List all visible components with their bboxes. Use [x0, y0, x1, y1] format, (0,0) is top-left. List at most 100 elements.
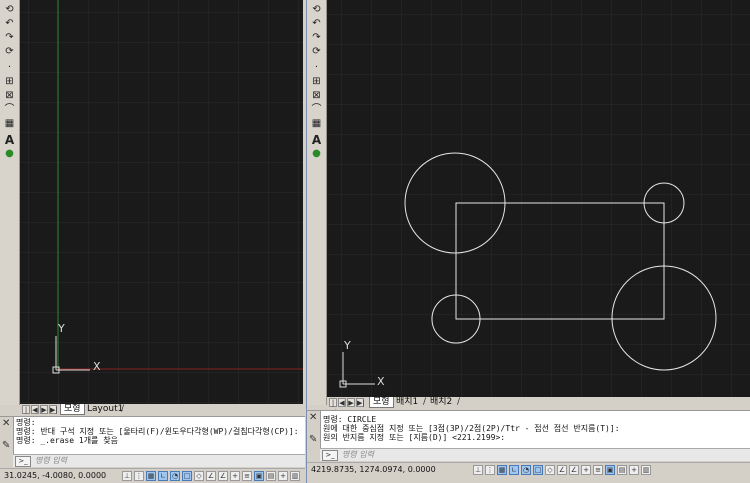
transparency-icon[interactable]: ▣	[605, 465, 615, 475]
tab-prev-button[interactable]: ◀	[31, 405, 39, 414]
orbit-icon[interactable]: ⟲	[2, 4, 17, 16]
ortho-icon[interactable]: ∟	[509, 465, 519, 475]
scale-icon[interactable]: ⊞	[2, 76, 17, 88]
grid-icon[interactable]: ▦	[146, 471, 156, 481]
tab-model[interactable]: 모형	[369, 397, 394, 408]
close-icon[interactable]: ✕	[309, 413, 317, 423]
tab-layout1[interactable]: Layout1	[84, 404, 126, 415]
left-drawing-canvas[interactable]: Y X	[20, 0, 303, 404]
infer-icon[interactable]: ⊥	[473, 465, 483, 475]
rotate-icon[interactable]: ⟳	[309, 46, 324, 58]
point-icon[interactable]: ·	[309, 62, 324, 74]
tab-first-button[interactable]: |◀	[22, 405, 30, 423]
am-icon[interactable]: ▥	[290, 471, 300, 481]
wrench-icon[interactable]: ✎	[2, 441, 10, 451]
tab-separator: /	[121, 404, 125, 414]
chamfer-icon[interactable]: ⌒	[309, 104, 324, 116]
table-icon[interactable]: ▦	[309, 118, 324, 130]
text-icon[interactable]: A	[309, 134, 324, 146]
3dosnap-icon[interactable]: ◇	[545, 465, 555, 475]
otrack-icon[interactable]: ∠	[557, 465, 567, 475]
rotate-icon[interactable]: ⟳	[2, 46, 17, 58]
snap-icon[interactable]: ⋮	[134, 471, 144, 481]
right-layout-tabbar: |◀ ◀ ▶ ▶| 모형 배치1 / 배치2 /	[327, 397, 750, 416]
lineweight-icon[interactable]: ≡	[593, 465, 603, 475]
infer-icon[interactable]: ⊥	[122, 471, 132, 481]
chamfer-icon[interactable]: ⌒	[2, 104, 17, 116]
point-icon[interactable]: ·	[2, 62, 17, 74]
scale-icon[interactable]: ⊞	[309, 76, 324, 88]
tab-next-button[interactable]: ▶	[347, 398, 355, 407]
command-grip[interactable]: ✕ ✎	[307, 411, 321, 449]
undo-arc-icon[interactable]: ↶	[309, 18, 324, 30]
attribute-icon[interactable]: ●	[309, 148, 324, 160]
dyn-icon[interactable]: +	[581, 465, 591, 475]
left-layout-tabbar: |◀ ◀ ▶ ▶| 모형 Layout1 /	[20, 404, 305, 423]
close-icon[interactable]: ✕	[2, 419, 10, 429]
tab-separator: /	[423, 397, 427, 407]
tab-model[interactable]: 모형	[60, 404, 85, 415]
qp-icon[interactable]: ▤	[617, 465, 627, 475]
ucs-x-label: X	[377, 375, 385, 388]
sc-icon[interactable]: +	[278, 471, 288, 481]
tab-layout2[interactable]: 배치2	[427, 397, 455, 408]
undo-arc-icon[interactable]: ↶	[2, 18, 17, 30]
command-history-line: 명령: 반대 구석 지정 또는 [울타리(F)/윈도우다각형(WP)/걸침다각형…	[16, 427, 299, 436]
text-icon[interactable]: A	[2, 134, 17, 146]
transparency-icon[interactable]: ▣	[254, 471, 264, 481]
right-command-window: ✕ ✎ 명령: CIRCLE 원에 대한 중심점 지정 또는 [3점(3P)/2…	[307, 410, 750, 449]
tab-first-button[interactable]: |◀	[329, 398, 337, 416]
dyn-icon[interactable]: +	[230, 471, 240, 481]
ucs-x-label: X	[93, 360, 101, 373]
qp-icon[interactable]: ▤	[266, 471, 276, 481]
right-model-viewport[interactable]: Y X	[327, 0, 750, 397]
tab-next-button[interactable]: ▶	[40, 405, 48, 414]
ucs-y-label: Y	[343, 339, 351, 352]
table-icon[interactable]: ▦	[2, 118, 17, 130]
ortho-icon[interactable]: ∟	[158, 471, 168, 481]
command-history-line: 명령:	[16, 418, 36, 427]
3dosnap-icon[interactable]: ◇	[194, 471, 204, 481]
sc-icon[interactable]: +	[629, 465, 639, 475]
right-command-input[interactable]: >_ 명령 입력	[320, 448, 750, 461]
left-drawing-window: ⟲ ↶ ↷ ⟳ · ⊞ ⊠ ⌒ ▦ A ● Y X | ◀ ▶ ▶| 모형 La…	[0, 0, 305, 483]
command-history-line: 명령: CIRCLE	[323, 415, 377, 424]
redo-arc-icon[interactable]: ↷	[2, 32, 17, 44]
ucs-toggle-icon[interactable]: ∠	[218, 471, 228, 481]
snap-icon[interactable]: ⋮	[485, 465, 495, 475]
stretch-icon[interactable]: ⊠	[309, 90, 324, 102]
osnap-icon[interactable]: □	[182, 471, 192, 481]
right-status-bar: 4219.8735, 1274.0974, 0.0000 ⊥ ⋮ ▦ ∟ ◔ □…	[307, 462, 750, 478]
ucs-toggle-icon[interactable]: ∠	[569, 465, 579, 475]
wrench-icon[interactable]: ✎	[309, 435, 317, 445]
stretch-icon[interactable]: ⊠	[2, 90, 17, 102]
redo-arc-icon[interactable]: ↷	[309, 32, 324, 44]
right-drawing-window: ⟲ ↶ ↷ ⟳ · ⊞ ⊠ ⌒ ▦ A ● Y X | ◀ ▶ ▶| 모형 배치…	[306, 0, 750, 483]
tab-prev-button[interactable]: ◀	[338, 398, 346, 407]
am-icon[interactable]: ▥	[641, 465, 651, 475]
otrack-icon[interactable]: ∠	[206, 471, 216, 481]
ucs-y-label: Y	[57, 322, 65, 335]
polar-icon[interactable]: ◔	[170, 471, 180, 481]
command-grip[interactable]: ✕ ✎	[0, 417, 14, 455]
orbit-icon[interactable]: ⟲	[309, 4, 324, 16]
tab-last-button[interactable]: ▶|	[356, 398, 365, 407]
polar-icon[interactable]: ◔	[521, 465, 531, 475]
command-prompt-icon[interactable]: >_	[322, 450, 338, 461]
command-prompt-icon[interactable]: >_	[15, 456, 31, 467]
command-placeholder: 명령 입력	[35, 456, 67, 465]
osnap-icon[interactable]: □	[533, 465, 543, 475]
command-history-line: 원에 대한 중심점 지정 또는 [3점(3P)/2점(2P)/Ttr - 접선 …	[323, 424, 620, 433]
tab-layout1[interactable]: 배치1	[393, 397, 421, 408]
grid-icon[interactable]: ▦	[497, 465, 507, 475]
command-history-line: 명령: _.erase 1개를 찾음	[16, 436, 118, 445]
right-drawing-canvas[interactable]: Y X	[327, 0, 750, 397]
left-status-bar: 31.0245, -4.0080, 0.0000 ⊥ ⋮ ▦ ∟ ◔ □ ◇ ∠…	[0, 468, 305, 483]
left-model-viewport[interactable]: Y X	[20, 0, 303, 404]
attribute-icon[interactable]: ●	[2, 148, 17, 160]
command-history-line: 원의 반지름 지정 또는 [지름(D)] <221.2199>:	[323, 433, 506, 442]
lineweight-icon[interactable]: ≡	[242, 471, 252, 481]
tab-last-button[interactable]: ▶|	[49, 405, 58, 414]
left-command-input[interactable]: >_ 명령 입력	[13, 454, 305, 467]
left-command-window: ✕ ✎ 명령: 명령: 반대 구석 지정 또는 [울타리(F)/윈도우다각형(W…	[0, 416, 305, 455]
